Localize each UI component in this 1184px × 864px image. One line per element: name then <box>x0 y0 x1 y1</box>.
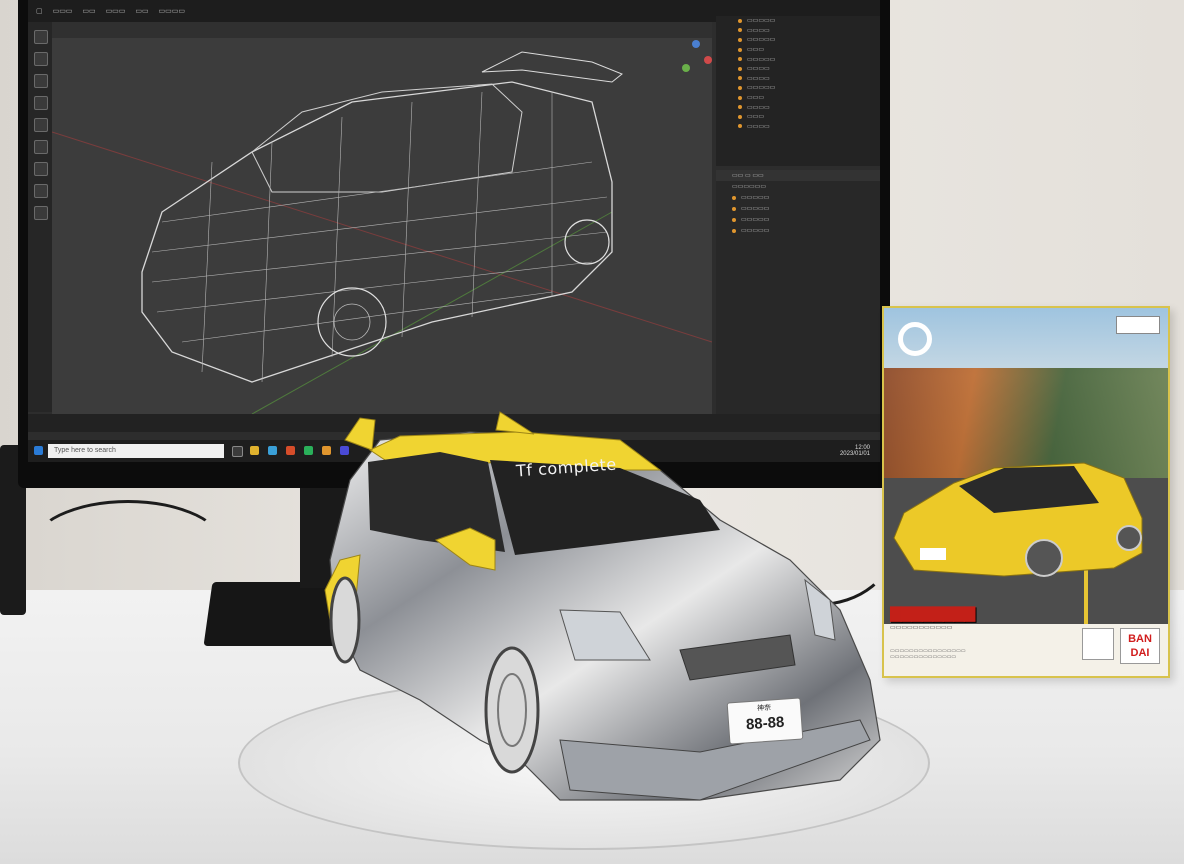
license-plate: 神奈 88-88 <box>726 697 804 745</box>
rear-wheel <box>329 576 361 664</box>
spoiler-right <box>495 411 535 435</box>
front-wheel <box>484 646 540 774</box>
spoiler-left <box>344 417 376 451</box>
chrome-car-model <box>324 411 881 801</box>
plate-number: 88-88 <box>745 713 785 734</box>
